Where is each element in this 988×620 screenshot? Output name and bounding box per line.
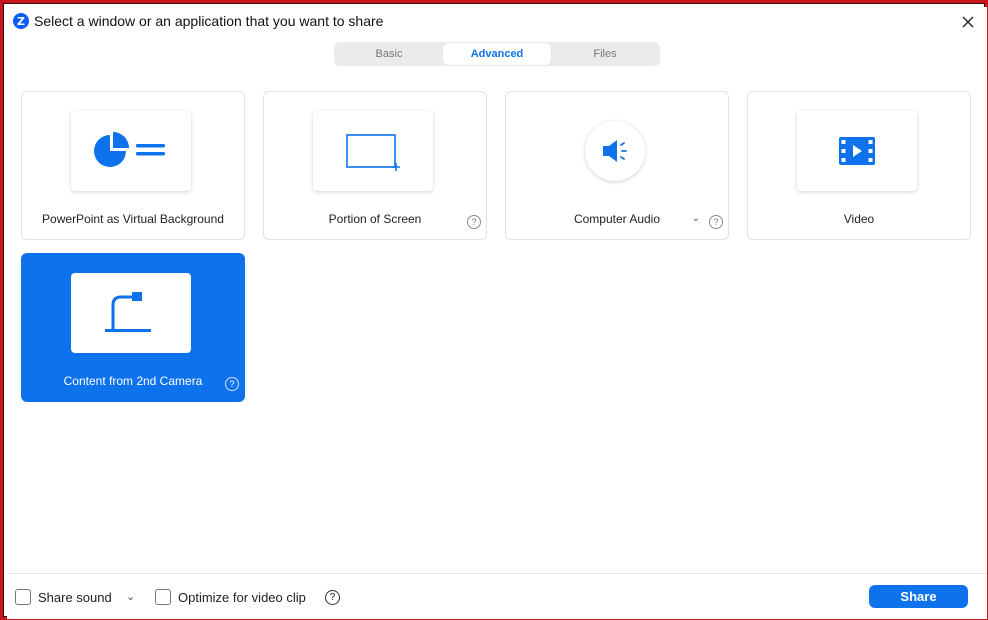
screen-portion-icon — [346, 134, 400, 171]
option-label: Content from 2nd Camera — [63, 374, 203, 388]
option-portion-of-screen[interactable]: Portion of Screen ? — [263, 91, 487, 240]
share-dialog: Z Select a window or an application that… — [7, 7, 987, 619]
help-icon[interactable]: ? — [225, 377, 239, 391]
powerpoint-pie-icon — [94, 132, 165, 167]
dialog-title: Select a window or an application that y… — [34, 13, 384, 29]
share-sound-dropdown-chevron-icon[interactable]: ⌄ — [126, 590, 135, 603]
optimize-video-label: Optimize for video clip — [178, 590, 306, 605]
option-thumbnail — [71, 111, 191, 191]
help-icon[interactable]: ? — [709, 215, 723, 229]
optimize-help-icon[interactable]: ? — [325, 590, 340, 605]
footer-divider — [7, 573, 987, 574]
share-tabs: Basic Advanced Files — [334, 42, 660, 66]
option-content-from-2nd-camera[interactable]: Content from 2nd Camera ? — [21, 253, 245, 402]
tab-advanced[interactable]: Advanced — [443, 43, 551, 65]
share-sound-checkbox[interactable] — [15, 589, 31, 605]
help-icon[interactable]: ? — [467, 215, 481, 229]
zoom-logo-icon: Z — [13, 13, 29, 29]
title-bar: Z Select a window or an application that… — [7, 7, 987, 35]
option-thumbnail — [585, 121, 645, 181]
option-video[interactable]: Video — [747, 91, 971, 240]
chevron-down-icon[interactable]: ⌄ — [692, 213, 700, 224]
option-thumbnail — [71, 273, 191, 353]
window-frame: Z Select a window or an application that… — [0, 0, 988, 620]
close-icon — [962, 16, 974, 28]
optimize-video-checkbox[interactable] — [155, 589, 171, 605]
option-label: Video — [843, 212, 875, 226]
option-thumbnail — [313, 111, 433, 191]
document-camera-icon — [105, 292, 151, 332]
option-label: PowerPoint as Virtual Background — [42, 212, 224, 226]
share-button[interactable]: Share — [869, 585, 968, 608]
close-button[interactable] — [957, 11, 979, 33]
option-powerpoint-background[interactable]: PowerPoint as Virtual Background — [21, 91, 245, 240]
option-computer-audio[interactable]: Computer Audio ⌄ ? — [505, 91, 729, 240]
tab-basic[interactable]: Basic — [335, 43, 443, 65]
tab-files[interactable]: Files — [551, 43, 659, 65]
video-film-icon — [839, 137, 875, 165]
speaker-icon — [603, 140, 627, 162]
option-thumbnail — [797, 111, 917, 191]
option-label: Portion of Screen — [328, 212, 422, 226]
share-sound-label: Share sound — [38, 590, 112, 605]
